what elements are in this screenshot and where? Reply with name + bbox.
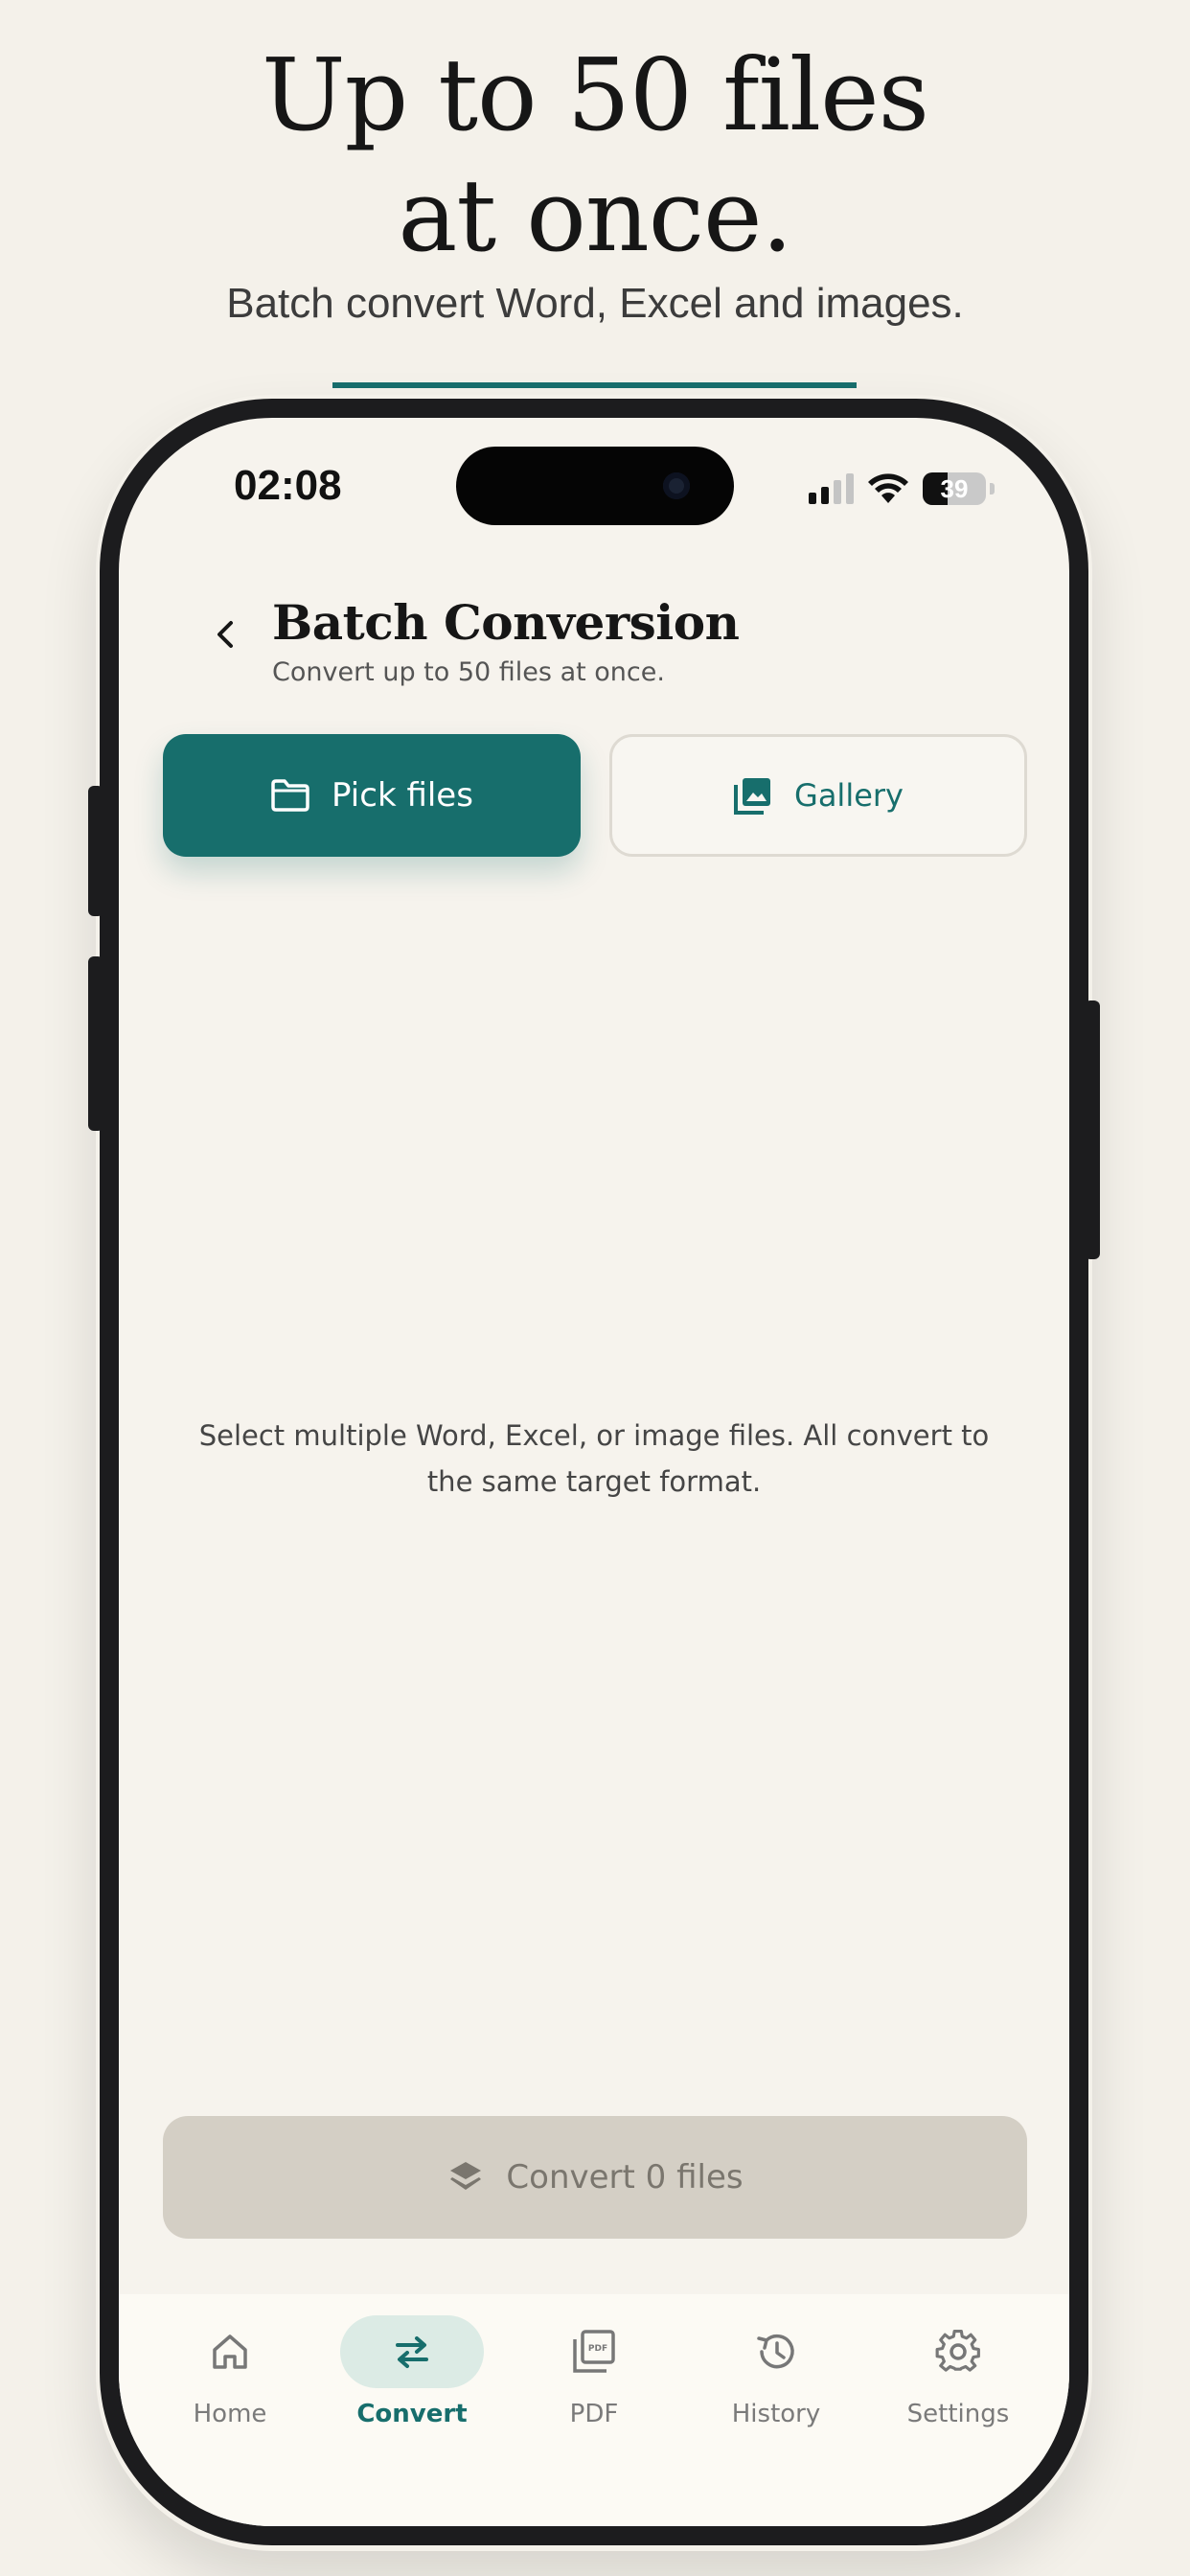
status-icons: 39: [809, 470, 995, 508]
status-time: 02:08: [234, 462, 342, 509]
page-title: Batch Conversion: [272, 594, 740, 651]
tab-pdf[interactable]: PDF PDF: [510, 2294, 678, 2526]
tab-settings-icon-wrap: [886, 2315, 1030, 2388]
tab-convert[interactable]: Convert: [328, 2294, 496, 2526]
dynamic-island: [456, 447, 734, 525]
history-icon: [757, 2334, 794, 2369]
pdf-icon: PDF: [573, 2330, 615, 2373]
tab-home-label: Home: [193, 2400, 267, 2428]
chevron-left-icon: [217, 621, 233, 648]
camera-icon: [663, 472, 690, 499]
gear-icon: [935, 2330, 980, 2372]
back-button[interactable]: [192, 600, 261, 669]
promo-title-line-1: Up to 50 files: [261, 36, 929, 153]
empty-state-message: Select multiple Word, Excel, or image fi…: [198, 1419, 990, 1498]
tab-history-label: History: [731, 2400, 821, 2428]
convert-files-label: Convert 0 files: [506, 2158, 744, 2196]
tab-home-icon-wrap: [158, 2315, 302, 2388]
tab-convert-label: Convert: [356, 2400, 468, 2428]
swap-arrows-icon: [396, 2336, 428, 2368]
tab-pdf-label: PDF: [569, 2400, 619, 2428]
cellular-signal-icon: [809, 473, 854, 504]
tab-convert-icon-wrap: [340, 2315, 484, 2388]
convert-files-button[interactable]: Convert 0 files: [163, 2116, 1027, 2239]
battery-percent: 39: [940, 473, 969, 503]
tab-history[interactable]: History: [692, 2294, 860, 2526]
battery-icon: 39: [923, 472, 986, 505]
gallery-button[interactable]: Gallery: [609, 734, 1027, 857]
bottom-tab-bar: Home Convert PDF PDF History Settings: [119, 2294, 1069, 2526]
svg-text:PDF: PDF: [588, 2344, 607, 2354]
tab-history-icon-wrap: [704, 2315, 848, 2388]
promo-title: Up to 50 files at once.: [0, 34, 1190, 276]
tab-settings-label: Settings: [906, 2400, 1010, 2428]
image-gallery-icon: [734, 778, 771, 815]
pick-files-label: Pick files: [332, 776, 473, 815]
page-subtitle: Convert up to 50 files at once.: [272, 657, 665, 687]
promo-title-line-2: at once.: [398, 157, 792, 274]
promo-divider: [332, 382, 857, 388]
promo-subtitle: Batch convert Word, Excel and images.: [226, 280, 964, 327]
tab-settings[interactable]: Settings: [874, 2294, 1042, 2526]
tab-home[interactable]: Home: [146, 2294, 314, 2526]
gallery-label: Gallery: [794, 777, 904, 814]
battery-cap: [990, 483, 995, 494]
layers-icon: [450, 2162, 482, 2190]
phone-screen: 02:08 39 Batch Conversion Convert up to …: [119, 418, 1069, 2526]
tab-pdf-icon-wrap: PDF: [522, 2315, 666, 2388]
wifi-icon: [868, 473, 908, 503]
pick-files-button[interactable]: Pick files: [163, 734, 581, 857]
folder-icon: [271, 779, 309, 812]
home-icon: [213, 2334, 247, 2369]
